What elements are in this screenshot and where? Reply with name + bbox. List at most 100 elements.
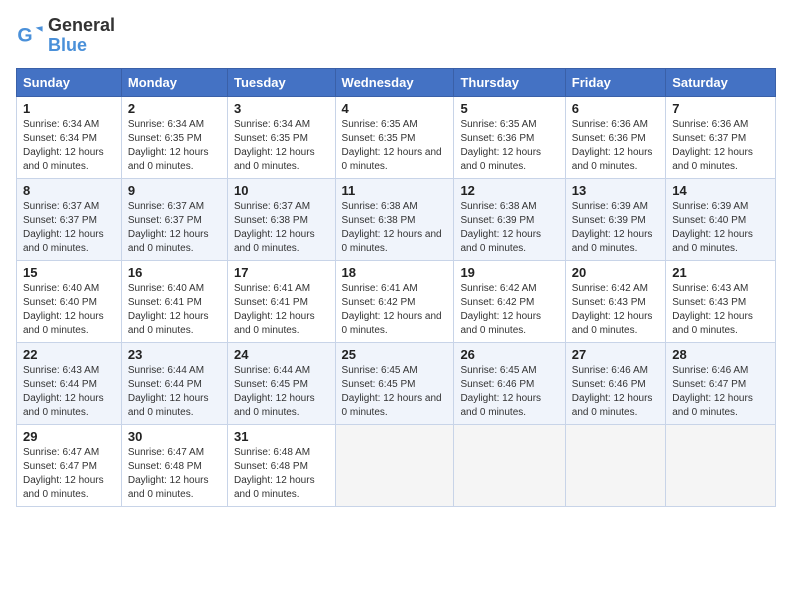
day-info: Sunrise: 6:43 AMSunset: 6:43 PMDaylight:… xyxy=(672,282,769,338)
calendar-cell: 9 Sunrise: 6:37 AMSunset: 6:37 PMDaylight… xyxy=(121,178,227,260)
calendar-table: SundayMondayTuesdayWednesdayThursdayFrid… xyxy=(16,68,776,507)
calendar-cell: 24 Sunrise: 6:44 AMSunset: 6:45 PMDayligh… xyxy=(227,342,335,424)
day-info: Sunrise: 6:41 AMSunset: 6:42 PMDaylight:… xyxy=(342,282,448,338)
day-info: Sunrise: 6:36 AMSunset: 6:37 PMDaylight:… xyxy=(672,118,769,174)
calendar-cell: 8 Sunrise: 6:37 AMSunset: 6:37 PMDaylight… xyxy=(17,178,122,260)
day-info: Sunrise: 6:39 AMSunset: 6:40 PMDaylight:… xyxy=(672,200,769,256)
calendar-cell: 19Sunrise: 6:42 AMSunset: 6:42 PMDayligh… xyxy=(454,260,565,342)
day-number: 10 xyxy=(234,183,329,198)
calendar-cell: 20Sunrise: 6:42 AMSunset: 6:43 PMDayligh… xyxy=(565,260,665,342)
day-number: 18 xyxy=(342,265,448,280)
day-number: 6 xyxy=(572,101,659,116)
day-info: Sunrise: 6:40 AMSunset: 6:40 PMDaylight:… xyxy=(23,282,115,338)
calendar-cell: 5 Sunrise: 6:35 AMSunset: 6:36 PMDaylight… xyxy=(454,96,565,178)
calendar-cell: 3 Sunrise: 6:34 AMSunset: 6:35 PMDaylight… xyxy=(227,96,335,178)
day-number: 25 xyxy=(342,347,448,362)
calendar-cell: 31 Sunrise: 6:48 AMSunset: 6:48 PMDayligh… xyxy=(227,424,335,506)
calendar-cell: 12 Sunrise: 6:38 AMSunset: 6:39 PMDayligh… xyxy=(454,178,565,260)
day-number: 24 xyxy=(234,347,329,362)
logo-icon: G xyxy=(16,22,44,50)
day-number: 31 xyxy=(234,429,329,444)
day-info: Sunrise: 6:35 AMSunset: 6:36 PMDaylight:… xyxy=(460,118,558,174)
day-info: Sunrise: 6:34 AMSunset: 6:34 PMDaylight:… xyxy=(23,118,115,174)
logo-text: General Blue xyxy=(48,16,115,56)
calendar-cell: 29 Sunrise: 6:47 AMSunset: 6:47 PMDayligh… xyxy=(17,424,122,506)
header-wednesday: Wednesday xyxy=(335,68,454,96)
day-info: Sunrise: 6:38 AMSunset: 6:39 PMDaylight:… xyxy=(460,200,558,256)
calendar-cell: 15 Sunrise: 6:40 AMSunset: 6:40 PMDayligh… xyxy=(17,260,122,342)
day-info: Sunrise: 6:46 AMSunset: 6:46 PMDaylight:… xyxy=(572,364,659,420)
day-number: 13 xyxy=(572,183,659,198)
calendar-cell: 16 Sunrise: 6:40 AMSunset: 6:41 PMDayligh… xyxy=(121,260,227,342)
day-info: Sunrise: 6:41 AMSunset: 6:41 PMDaylight:… xyxy=(234,282,329,338)
calendar-cell: 13Sunrise: 6:39 AMSunset: 6:39 PMDayligh… xyxy=(565,178,665,260)
calendar-cell xyxy=(565,424,665,506)
day-number: 2 xyxy=(128,101,221,116)
day-info: Sunrise: 6:34 AMSunset: 6:35 PMDaylight:… xyxy=(234,118,329,174)
calendar-cell: 4Sunrise: 6:35 AMSunset: 6:35 PMDaylight… xyxy=(335,96,454,178)
header-saturday: Saturday xyxy=(666,68,776,96)
calendar-cell: 17 Sunrise: 6:41 AMSunset: 6:41 PMDayligh… xyxy=(227,260,335,342)
day-number: 9 xyxy=(128,183,221,198)
day-number: 15 xyxy=(23,265,115,280)
day-number: 16 xyxy=(128,265,221,280)
calendar-week-row: 8 Sunrise: 6:37 AMSunset: 6:37 PMDaylight… xyxy=(17,178,776,260)
calendar-cell: 21 Sunrise: 6:43 AMSunset: 6:43 PMDayligh… xyxy=(666,260,776,342)
day-info: Sunrise: 6:48 AMSunset: 6:48 PMDaylight:… xyxy=(234,446,329,502)
day-info: Sunrise: 6:36 AMSunset: 6:36 PMDaylight:… xyxy=(572,118,659,174)
calendar-cell: 7Sunrise: 6:36 AMSunset: 6:37 PMDaylight… xyxy=(666,96,776,178)
calendar-cell: 6 Sunrise: 6:36 AMSunset: 6:36 PMDaylight… xyxy=(565,96,665,178)
day-info: Sunrise: 6:42 AMSunset: 6:43 PMDaylight:… xyxy=(572,282,659,338)
calendar-cell: 10Sunrise: 6:37 AMSunset: 6:38 PMDayligh… xyxy=(227,178,335,260)
calendar-cell: 1Sunrise: 6:34 AMSunset: 6:34 PMDaylight… xyxy=(17,96,122,178)
day-number: 30 xyxy=(128,429,221,444)
day-number: 4 xyxy=(342,101,448,116)
page-header: G General Blue xyxy=(16,16,776,56)
day-info: Sunrise: 6:37 AMSunset: 6:37 PMDaylight:… xyxy=(128,200,221,256)
day-info: Sunrise: 6:44 AMSunset: 6:45 PMDaylight:… xyxy=(234,364,329,420)
day-number: 19 xyxy=(460,265,558,280)
day-number: 17 xyxy=(234,265,329,280)
header-tuesday: Tuesday xyxy=(227,68,335,96)
day-number: 26 xyxy=(460,347,558,362)
day-number: 29 xyxy=(23,429,115,444)
day-number: 21 xyxy=(672,265,769,280)
calendar-week-row: 1Sunrise: 6:34 AMSunset: 6:34 PMDaylight… xyxy=(17,96,776,178)
day-number: 28 xyxy=(672,347,769,362)
day-number: 27 xyxy=(572,347,659,362)
calendar-week-row: 22 Sunrise: 6:43 AMSunset: 6:44 PMDayligh… xyxy=(17,342,776,424)
day-info: Sunrise: 6:40 AMSunset: 6:41 PMDaylight:… xyxy=(128,282,221,338)
calendar-cell: 14 Sunrise: 6:39 AMSunset: 6:40 PMDayligh… xyxy=(666,178,776,260)
day-info: Sunrise: 6:45 AMSunset: 6:46 PMDaylight:… xyxy=(460,364,558,420)
calendar-cell: 23 Sunrise: 6:44 AMSunset: 6:44 PMDayligh… xyxy=(121,342,227,424)
logo: G General Blue xyxy=(16,16,115,56)
day-info: Sunrise: 6:47 AMSunset: 6:48 PMDaylight:… xyxy=(128,446,221,502)
header-monday: Monday xyxy=(121,68,227,96)
calendar-cell: 2Sunrise: 6:34 AMSunset: 6:35 PMDaylight… xyxy=(121,96,227,178)
calendar-header-row: SundayMondayTuesdayWednesdayThursdayFrid… xyxy=(17,68,776,96)
calendar-cell xyxy=(454,424,565,506)
header-sunday: Sunday xyxy=(17,68,122,96)
day-number: 3 xyxy=(234,101,329,116)
day-number: 23 xyxy=(128,347,221,362)
calendar-cell xyxy=(335,424,454,506)
day-number: 8 xyxy=(23,183,115,198)
svg-text:G: G xyxy=(17,24,32,46)
day-info: Sunrise: 6:43 AMSunset: 6:44 PMDaylight:… xyxy=(23,364,115,420)
calendar-cell: 30 Sunrise: 6:47 AMSunset: 6:48 PMDayligh… xyxy=(121,424,227,506)
header-thursday: Thursday xyxy=(454,68,565,96)
day-number: 22 xyxy=(23,347,115,362)
calendar-cell: 25 Sunrise: 6:45 AMSunset: 6:45 PMDayligh… xyxy=(335,342,454,424)
day-info: Sunrise: 6:45 AMSunset: 6:45 PMDaylight:… xyxy=(342,364,448,420)
day-info: Sunrise: 6:44 AMSunset: 6:44 PMDaylight:… xyxy=(128,364,221,420)
calendar-week-row: 15 Sunrise: 6:40 AMSunset: 6:40 PMDayligh… xyxy=(17,260,776,342)
day-number: 14 xyxy=(672,183,769,198)
day-info: Sunrise: 6:47 AMSunset: 6:47 PMDaylight:… xyxy=(23,446,115,502)
day-number: 5 xyxy=(460,101,558,116)
calendar-cell: 18 Sunrise: 6:41 AMSunset: 6:42 PMDayligh… xyxy=(335,260,454,342)
day-number: 12 xyxy=(460,183,558,198)
calendar-cell xyxy=(666,424,776,506)
day-info: Sunrise: 6:37 AMSunset: 6:37 PMDaylight:… xyxy=(23,200,115,256)
calendar-cell: 22 Sunrise: 6:43 AMSunset: 6:44 PMDayligh… xyxy=(17,342,122,424)
calendar-cell: 28Sunrise: 6:46 AMSunset: 6:47 PMDayligh… xyxy=(666,342,776,424)
